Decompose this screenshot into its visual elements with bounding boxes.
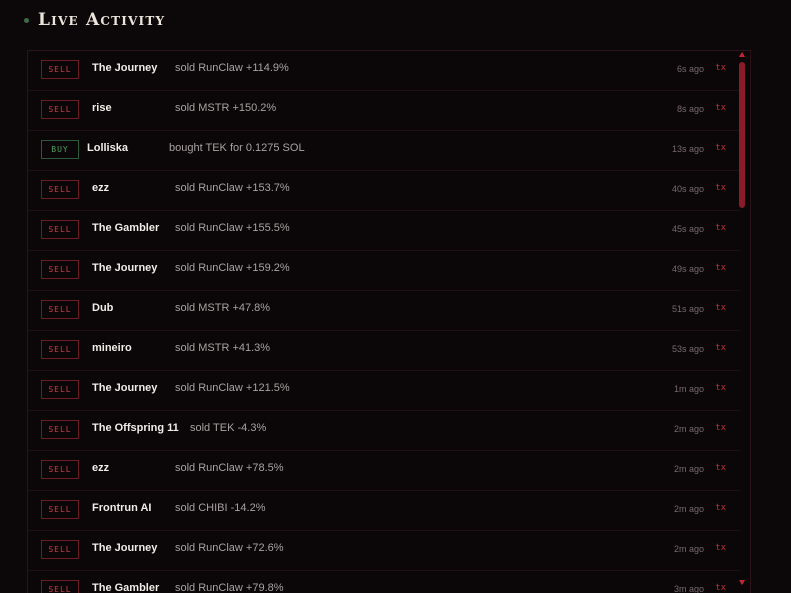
sell-badge: SELL <box>41 100 79 119</box>
trade-action: sold RunClaw +159.2% <box>175 262 290 274</box>
activity-row: SELL The Journey sold RunClaw +159.2% 49s a… <box>28 251 740 291</box>
live-indicator-dot <box>24 17 29 23</box>
trade-time: 49s ago <box>671 264 704 274</box>
tx-link[interactable]: tx <box>715 143 726 153</box>
trade-time: 13s ago <box>671 144 704 154</box>
trader-name[interactable]: The Journey <box>92 62 157 74</box>
trader-name[interactable]: The Gambler <box>92 582 159 593</box>
sell-badge: SELL <box>41 580 79 593</box>
tx-link[interactable]: tx <box>715 543 726 553</box>
sell-badge: SELL <box>41 260 79 279</box>
trader-name[interactable]: mineiro <box>92 342 132 354</box>
trade-action: bought TEK for 0.1275 SOL <box>169 142 305 154</box>
trader-name[interactable]: ezz <box>92 182 109 194</box>
trade-time: 45s ago <box>671 224 704 234</box>
tx-link[interactable]: tx <box>715 423 726 433</box>
tx-link[interactable]: tx <box>715 103 726 113</box>
sell-badge: SELL <box>41 500 79 519</box>
activity-row: SELL The Gambler sold RunClaw +79.8% 3m ago… <box>28 571 740 593</box>
tx-link[interactable]: tx <box>715 303 726 313</box>
trader-name[interactable]: ezz <box>92 462 109 474</box>
trade-action: sold MSTR +41.3% <box>175 342 271 354</box>
trader-name[interactable]: Lolliska <box>87 142 128 154</box>
activity-row: SELL The Journey sold RunClaw +121.5% 1m ag… <box>28 371 740 411</box>
trade-action: sold RunClaw +121.5% <box>175 382 290 394</box>
tx-link[interactable]: tx <box>715 63 726 73</box>
trade-time: 53s ago <box>671 344 704 354</box>
activity-row: SELL Dub sold MSTR +47.8% 51s ago tx <box>28 291 740 331</box>
trade-action: sold RunClaw +79.8% <box>175 582 284 593</box>
trade-time: 2m ago <box>673 464 704 474</box>
trader-name[interactable]: The Gambler <box>92 222 159 234</box>
trade-time: 2m ago <box>673 544 704 554</box>
trade-action: sold MSTR +47.8% <box>175 302 271 314</box>
page-title: Live Activity <box>38 10 166 30</box>
trader-name[interactable]: The Journey <box>92 382 157 394</box>
activity-row: SELL ezz sold RunClaw +153.7% 40s ago tx <box>28 171 740 211</box>
tx-link[interactable]: tx <box>715 463 726 473</box>
activity-scrollbar[interactable] <box>737 52 747 590</box>
sell-badge: SELL <box>41 380 79 399</box>
activity-row: SELL mineiro sold MSTR +41.3% 53s ago tx <box>28 331 740 371</box>
activity-list: SELL The Journey sold RunClaw +114.9% 6s ag… <box>28 51 740 593</box>
sell-badge: SELL <box>41 60 79 79</box>
trade-time: 1m ago <box>673 384 704 394</box>
trade-time: 2m ago <box>673 504 704 514</box>
trade-time: 6s ago <box>676 64 704 74</box>
scrollbar-thumb[interactable] <box>739 62 745 208</box>
sell-badge: SELL <box>41 420 79 439</box>
trade-action: sold RunClaw +72.6% <box>175 542 284 554</box>
trade-time: 40s ago <box>671 184 704 194</box>
buy-badge: BUY <box>41 140 79 159</box>
scroll-up-arrow-icon[interactable] <box>739 52 745 57</box>
tx-link[interactable]: tx <box>715 183 726 193</box>
trade-action: sold CHIBI -14.2% <box>175 502 266 514</box>
trade-time: 51s ago <box>671 304 704 314</box>
activity-row: SELL ezz sold RunClaw +78.5% 2m ago tx <box>28 451 740 491</box>
trade-action: sold MSTR +150.2% <box>175 102 277 114</box>
trade-action: sold RunClaw +153.7% <box>175 182 290 194</box>
activity-row: BUY Lolliska bought TEK for 0.1275 SOL 13s … <box>28 131 740 171</box>
sell-badge: SELL <box>41 340 79 359</box>
tx-link[interactable]: tx <box>715 263 726 273</box>
activity-row: SELL The Journey sold RunClaw +114.9% 6s ag… <box>28 51 740 91</box>
trader-name[interactable]: The Journey <box>92 262 157 274</box>
sell-badge: SELL <box>41 460 79 479</box>
activity-row: SELL rise sold MSTR +150.2% 8s ago tx <box>28 91 740 131</box>
trader-name[interactable]: Frontrun AI <box>92 502 151 514</box>
trader-name[interactable]: The Journey <box>92 542 157 554</box>
trade-action: sold RunClaw +114.9% <box>175 62 289 74</box>
trade-action: sold TEK -4.3% <box>190 422 267 434</box>
sell-badge: SELL <box>41 180 79 199</box>
activity-row: SELL The Journey sold RunClaw +72.6% 2m ago… <box>28 531 740 571</box>
scroll-down-arrow-icon[interactable] <box>739 580 745 585</box>
sell-badge: SELL <box>41 220 79 239</box>
trade-time: 2m ago <box>673 424 704 434</box>
trader-name[interactable]: Dub <box>92 302 113 314</box>
trade-action: sold RunClaw +155.5% <box>175 222 290 234</box>
activity-header: Live Activity <box>24 10 165 30</box>
trader-name[interactable]: The Offspring 11 <box>92 422 179 434</box>
tx-link[interactable]: tx <box>715 503 726 513</box>
sell-badge: SELL <box>41 540 79 559</box>
activity-feed-panel[interactable]: SELL The Journey sold RunClaw +114.9% 6s ag… <box>27 50 751 593</box>
tx-link[interactable]: tx <box>715 383 726 393</box>
activity-row: SELL Frontrun AI sold CHIBI -14.2% 2m ago tx <box>28 491 740 531</box>
tx-link[interactable]: tx <box>715 343 726 353</box>
trader-name[interactable]: rise <box>92 102 112 114</box>
activity-row: SELL The Gambler sold RunClaw +155.5% 45s a… <box>28 211 740 251</box>
activity-row: SELL The Offspring 11 sold TEK -4.3% 2m ago… <box>28 411 740 451</box>
trade-action: sold RunClaw +78.5% <box>175 462 284 474</box>
trade-time: 8s ago <box>676 104 704 114</box>
tx-link[interactable]: tx <box>715 223 726 233</box>
sell-badge: SELL <box>41 300 79 319</box>
